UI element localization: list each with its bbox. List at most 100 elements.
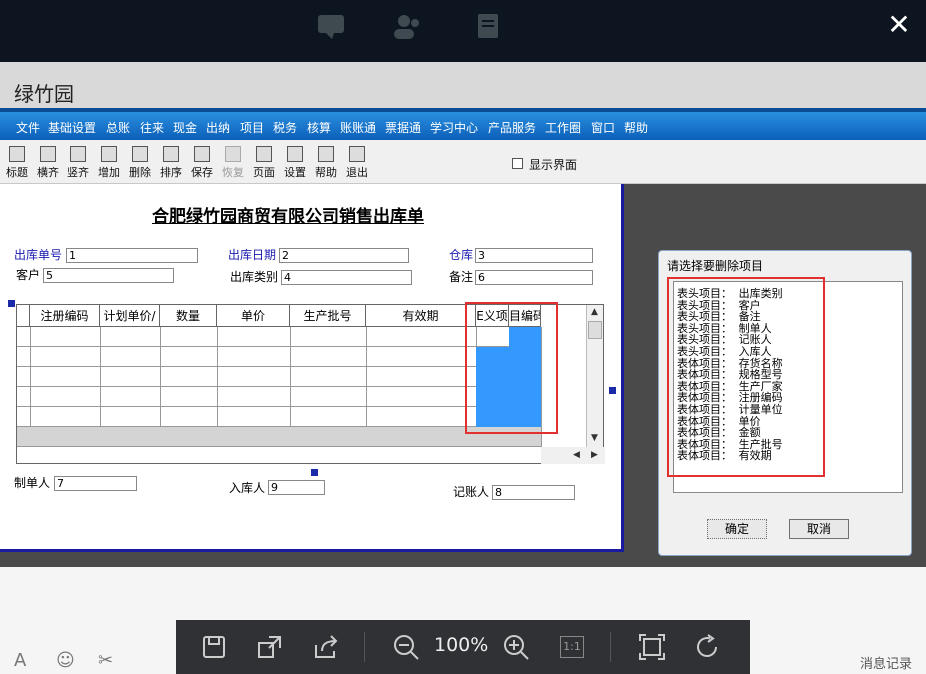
menu-learning[interactable]: 学习中心 [430, 119, 478, 136]
resize-handle[interactable] [8, 300, 15, 307]
table-row[interactable] [17, 367, 541, 387]
settings-icon [287, 146, 303, 162]
ok-button[interactable]: 确定 [707, 519, 767, 539]
menu-cashier[interactable]: 出纳 [206, 119, 230, 136]
delete-button[interactable]: 删除 [125, 144, 155, 182]
maker-label[interactable]: 制单人 [14, 474, 50, 491]
fit-screen-icon[interactable] [638, 633, 666, 661]
column-header[interactable]: 注册编码 [30, 305, 100, 327]
order-no-label[interactable]: 出库单号 [14, 246, 62, 263]
table-row[interactable] [17, 347, 541, 367]
delete-label: 删除 [129, 166, 151, 179]
save-button[interactable]: 保存 [187, 144, 217, 182]
menu-piaojutong[interactable]: 票据通 [385, 119, 421, 136]
column-header[interactable]: 数量 [160, 305, 217, 327]
menu-accounts[interactable]: 往来 [140, 119, 164, 136]
save-image-icon[interactable] [200, 633, 228, 661]
actual-size-label: 1:1 [560, 636, 584, 658]
document-icon[interactable] [474, 12, 504, 40]
scroll-right-icon[interactable]: ▶ [591, 450, 598, 460]
warehouse-field[interactable]: 3 [475, 248, 593, 263]
toolbar: 标题 横齐 竖齐 增加 删除 排序 保存 恢复 页面 设置 帮助 退出 显示界面 [0, 140, 926, 184]
document-title[interactable]: 合肥绿竹园商贸有限公司销售出库单 [152, 202, 424, 227]
menu-cash[interactable]: 现金 [173, 119, 197, 136]
chat-icon[interactable] [316, 12, 346, 40]
rotate-icon[interactable] [694, 633, 722, 661]
table-row[interactable] [17, 427, 541, 447]
date-label[interactable]: 出库日期 [228, 246, 276, 263]
zoom-out-icon[interactable] [392, 633, 420, 661]
app-title: 绿竹园 [14, 82, 74, 106]
column-header[interactable]: 生产批号 [290, 305, 366, 327]
page-icon [256, 146, 272, 162]
resize-handle[interactable] [609, 387, 616, 394]
open-external-icon[interactable] [256, 633, 284, 661]
scissors-icon[interactable]: ✂ [98, 650, 113, 671]
column-header[interactable]: 单价 [217, 305, 290, 327]
customer-field[interactable]: 5 [43, 268, 174, 283]
menu-tax[interactable]: 税务 [273, 119, 297, 136]
add-button[interactable]: 增加 [94, 144, 124, 182]
column-header[interactable]: 计划单价/ [100, 305, 160, 327]
actual-size-button[interactable]: 1:1 [558, 633, 586, 661]
accountant-label[interactable]: 记账人 [453, 483, 489, 500]
menu-products[interactable]: 产品服务 [488, 119, 536, 136]
emoji-icon[interactable]: ☺ [56, 650, 75, 671]
table-row[interactable] [17, 327, 541, 347]
zoom-in-icon[interactable] [502, 633, 530, 661]
scroll-down-icon[interactable]: ▼ [591, 433, 598, 443]
message-history-link[interactable]: 消息记录 [860, 653, 912, 672]
note-field[interactable]: 6 [475, 270, 593, 285]
cancel-button[interactable]: 取消 [789, 519, 849, 539]
font-icon[interactable]: A [14, 650, 26, 671]
menu-zhangzhangtong[interactable]: 账账通 [340, 119, 376, 136]
save-icon [194, 146, 210, 162]
date-field[interactable]: 2 [279, 248, 409, 263]
customer-label[interactable]: 客户 [16, 266, 40, 283]
column-header[interactable]: 有效期 [366, 305, 476, 327]
table-row[interactable] [17, 387, 541, 407]
scroll-up-icon[interactable]: ▲ [591, 307, 598, 317]
scroll-thumb[interactable] [588, 321, 602, 339]
page-button[interactable]: 页面 [249, 144, 279, 182]
settings-label: 设置 [284, 166, 306, 179]
align-horizontal-button[interactable]: 横齐 [33, 144, 63, 182]
show-ui-checkbox[interactable] [512, 158, 523, 169]
help-label: 帮助 [315, 166, 337, 179]
horizontal-scrollbar[interactable]: ◀ ▶ [541, 447, 605, 464]
receiver-field[interactable]: 9 [268, 480, 325, 495]
zoom-level: 100% [434, 634, 489, 656]
settings-button[interactable]: 设置 [280, 144, 310, 182]
exit-label: 退出 [346, 166, 368, 179]
type-field[interactable]: 4 [281, 270, 412, 285]
table-row[interactable] [17, 407, 541, 427]
menu-accounting[interactable]: 核算 [307, 119, 331, 136]
exit-button[interactable]: 退出 [342, 144, 372, 182]
menu-help[interactable]: 帮助 [624, 119, 648, 136]
menu-file[interactable]: 文件 [16, 119, 40, 136]
type-label[interactable]: 出库类别 [230, 268, 278, 285]
menu-general-ledger[interactable]: 总账 [106, 119, 130, 136]
align-vertical-button[interactable]: 竖齐 [63, 144, 93, 182]
restore-button[interactable]: 恢复 [218, 144, 248, 182]
resize-handle[interactable] [311, 469, 318, 476]
close-viewer-button[interactable]: ✕ [884, 10, 914, 40]
menu-project[interactable]: 项目 [240, 119, 264, 136]
sort-button[interactable]: 排序 [156, 144, 186, 182]
maker-field[interactable]: 7 [54, 476, 137, 491]
restore-label: 恢复 [222, 166, 244, 179]
menu-window[interactable]: 窗口 [591, 119, 615, 136]
share-icon[interactable] [312, 633, 340, 661]
title-button[interactable]: 标题 [2, 144, 32, 182]
warehouse-label[interactable]: 仓库 [449, 246, 473, 263]
receiver-label[interactable]: 入库人 [229, 479, 265, 496]
help-button[interactable]: 帮助 [311, 144, 341, 182]
vertical-scrollbar[interactable]: ▲ ▼ [586, 305, 603, 447]
note-label[interactable]: 备注 [449, 268, 473, 285]
accountant-field[interactable]: 8 [492, 485, 575, 500]
scroll-left-icon[interactable]: ◀ [573, 450, 580, 460]
menu-work-circle[interactable]: 工作圈 [545, 119, 581, 136]
contacts-icon[interactable] [392, 12, 422, 40]
order-no-field[interactable]: 1 [66, 248, 198, 263]
menu-base-settings[interactable]: 基础设置 [48, 119, 96, 136]
